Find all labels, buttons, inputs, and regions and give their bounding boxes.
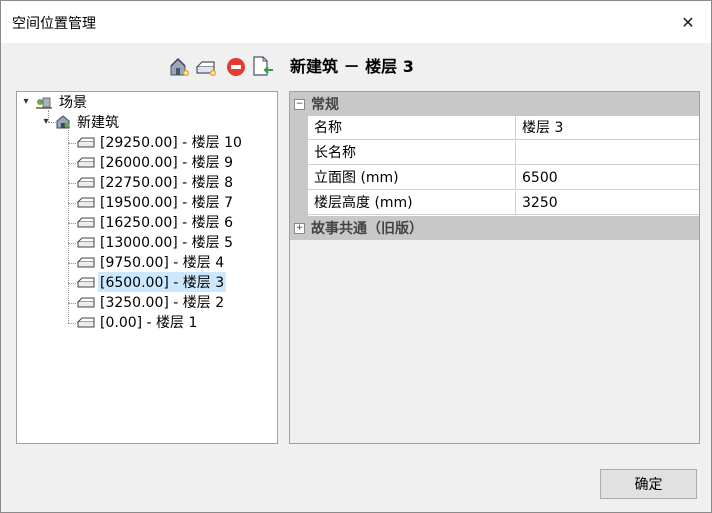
level-icon: [77, 137, 95, 148]
property-row-long-name[interactable]: 长名称: [290, 141, 699, 166]
level-icon: [77, 157, 95, 168]
tree-node-label: [29250.00] - 楼层 10: [100, 135, 242, 151]
property-name: 立面图 (mm): [308, 166, 516, 190]
property-name: 名称: [308, 116, 516, 140]
tree-node-label: [9750.00] - 楼层 4: [100, 255, 225, 271]
property-name: 长名称: [308, 141, 516, 165]
tree-connector: [68, 203, 76, 204]
category-general[interactable]: − 常规: [290, 92, 699, 116]
close-icon: ✕: [681, 12, 695, 32]
tree-node-level-selected[interactable]: [6500.00] - 楼层 3: [77, 272, 227, 292]
property-row-elevation[interactable]: 立面图 (mm) 6500: [290, 166, 699, 191]
level-icon: [77, 237, 95, 248]
delete-icon: [227, 58, 245, 76]
tree-node-level[interactable]: [19500.00] - 楼层 7: [77, 192, 235, 212]
level-icon: [77, 297, 95, 308]
level-icon: [77, 217, 95, 228]
tree-node-level[interactable]: [9750.00] - 楼层 4: [77, 252, 226, 272]
level-icon: [77, 197, 95, 208]
tree-node-level[interactable]: [3250.00] - 楼层 2: [77, 292, 226, 312]
tree-connector: [68, 263, 76, 264]
tree-node-label: [6500.00] - 楼层 3: [98, 272, 227, 292]
add-level-icon: [195, 61, 216, 76]
tree-node-level[interactable]: [13000.00] - 楼层 5: [77, 232, 235, 252]
property-row-level-height[interactable]: 楼层高度 (mm) 3250: [290, 191, 699, 216]
tree-node-label: [26000.00] - 楼层 9: [100, 155, 234, 171]
import-icon: [253, 56, 273, 76]
property-name: 楼层高度 (mm): [308, 191, 516, 215]
expand-icon[interactable]: +: [294, 222, 305, 234]
dialog-window: 空间位置管理 ✕ 新建筑 － 楼层 3 ▾ 场景 ▾ 新建筑 [29250.00…: [0, 0, 712, 513]
collapse-icon[interactable]: −: [294, 98, 305, 110]
property-grid: − 常规 名称 楼层 3 长名称 立面图 (mm) 6500 楼层高度 (mm)…: [289, 91, 700, 444]
tree-connector: [68, 143, 76, 144]
tree-node-label: 场景: [59, 95, 87, 111]
category-story-common[interactable]: + 故事共通（旧版）: [290, 216, 699, 240]
tree-node-label: [19500.00] - 楼层 7: [100, 195, 234, 211]
tree-node-label: [13000.00] - 楼层 5: [100, 235, 234, 251]
add-building-button[interactable]: [169, 54, 191, 78]
scene-icon: [36, 97, 52, 109]
level-icon: [77, 257, 95, 268]
tree-node-level[interactable]: [22750.00] - 楼层 8: [77, 172, 235, 192]
property-value[interactable]: 6500: [516, 166, 699, 190]
delete-button[interactable]: [225, 54, 247, 78]
tree-connector: [68, 323, 76, 324]
tree-connector: [68, 223, 76, 224]
title-bar: 空间位置管理 ✕: [1, 1, 711, 43]
property-row-name[interactable]: 名称 楼层 3: [290, 116, 699, 141]
chevron-down-icon[interactable]: ▾: [41, 117, 51, 127]
level-icon: [77, 277, 95, 288]
add-level-button[interactable]: [195, 54, 218, 78]
toolbar: [169, 54, 277, 82]
tree-connector: [68, 163, 76, 164]
property-panel-title: 新建筑 － 楼层 3: [290, 57, 414, 76]
level-icon: [77, 317, 95, 328]
category-label: 故事共通（旧版）: [311, 221, 423, 237]
location-tree[interactable]: ▾ 场景 ▾ 新建筑 [29250.00] - 楼层 10 [26000.00]…: [16, 91, 278, 444]
tree-connector: [68, 243, 76, 244]
tree-connector: [68, 283, 76, 284]
ok-button[interactable]: 确定: [600, 469, 697, 499]
add-building-icon: [170, 57, 189, 76]
tree-node-label: [22750.00] - 楼层 8: [100, 175, 234, 191]
tree-node-label: 新建筑: [77, 115, 119, 131]
tree-node-building[interactable]: ▾ 新建筑: [41, 112, 121, 132]
property-value[interactable]: 3250: [516, 191, 699, 215]
window-title: 空间位置管理: [12, 16, 96, 32]
tree-node-level[interactable]: [0.00] - 楼层 1: [77, 312, 199, 332]
tree-node-label: [3250.00] - 楼层 2: [100, 295, 225, 311]
tree-node-label: [0.00] - 楼层 1: [100, 315, 198, 331]
chevron-down-icon[interactable]: ▾: [21, 97, 31, 107]
property-value[interactable]: 楼层 3: [516, 116, 699, 140]
building-icon: [56, 115, 70, 129]
tree-connector: [68, 183, 76, 184]
property-value[interactable]: [516, 141, 699, 165]
close-button[interactable]: ✕: [665, 1, 711, 43]
level-icon: [77, 177, 95, 188]
tree-node-label: [16250.00] - 楼层 6: [100, 215, 234, 231]
tree-connector: [68, 130, 69, 323]
tree-connector: [68, 303, 76, 304]
tree-node-level[interactable]: [29250.00] - 楼层 10: [77, 132, 244, 152]
tree-node-level[interactable]: [16250.00] - 楼层 6: [77, 212, 235, 232]
import-button[interactable]: [251, 54, 273, 78]
tree-node-level[interactable]: [26000.00] - 楼层 9: [77, 152, 235, 172]
category-label: 常规: [311, 97, 339, 113]
tree-node-scene[interactable]: ▾ 场景: [21, 92, 89, 112]
